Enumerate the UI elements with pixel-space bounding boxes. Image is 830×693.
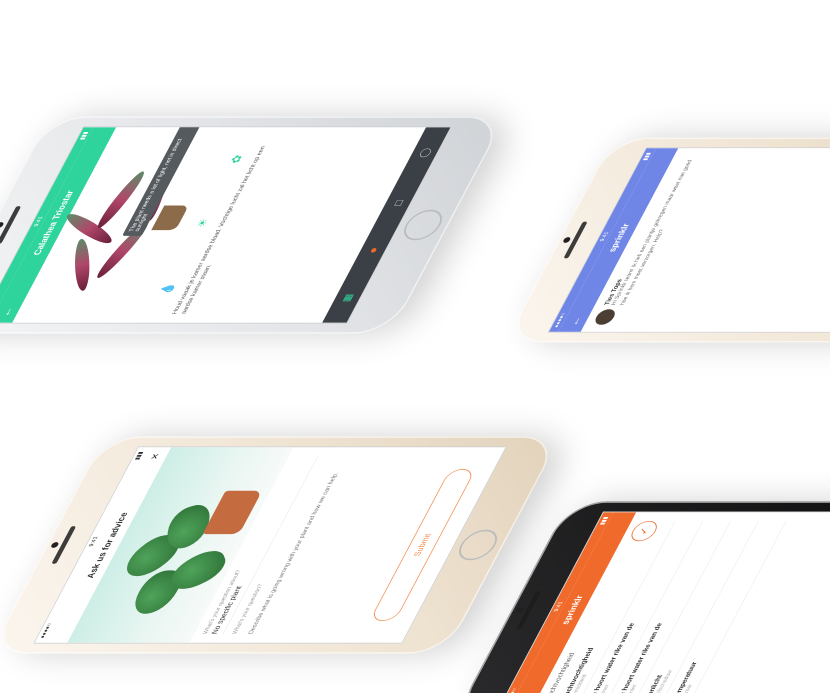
phone-screen: ●●●●○ 9:41 ▮▮▮ ← sprinklr Ties Tops Hi Spr… <box>547 147 830 333</box>
phone-chat: ●●●●○ 9:41 ▮▮▮ ← sprinklr Ties Tops Hi Spr… <box>504 137 830 343</box>
back-arrow-icon[interactable]: ← <box>0 307 16 317</box>
water-drop-icon[interactable]: 💧 <box>157 283 178 296</box>
home-button[interactable] <box>397 209 449 241</box>
tab-notification-icon[interactable] <box>366 247 380 253</box>
phone-screen: ●●●●○9:41▮▮▮ sprinklr ✓ Luchtvochtigheid… <box>498 511 830 693</box>
tab-chat-icon[interactable]: ◻ <box>391 199 406 206</box>
phone-ask-advice: ●●●●○ 9:41 ▮▮▮ Ask us for advice ✕ What's … <box>0 436 562 654</box>
home-button[interactable] <box>452 529 504 561</box>
sun-icon[interactable]: ☀ <box>193 218 212 227</box>
phone-screen: ●●●●○ 9:41 ▮▮▮ Ask us for advice ✕ What's … <box>33 446 507 644</box>
front-camera <box>515 607 525 613</box>
close-icon[interactable]: ✕ <box>148 453 162 460</box>
phone-screen: ●●●●○9:41▮▮▮ ← Calathea Triostar The pla… <box>0 126 452 324</box>
front-camera <box>50 542 60 548</box>
avatar <box>592 309 618 325</box>
earpiece-speaker <box>0 206 22 244</box>
phone-plant-detail: ●●●●○9:41▮▮▮ ← Calathea Triostar The pla… <box>0 116 507 334</box>
back-arrow-icon[interactable]: ← <box>566 316 584 326</box>
device-mockup-scene: ●●●●○9:41▮▮▮ ← Calathea Triostar The pla… <box>0 0 830 693</box>
front-camera <box>562 237 572 243</box>
tab-plants-icon[interactable]: ▦ <box>340 294 356 302</box>
tab-profile-icon[interactable]: ◯ <box>416 148 433 158</box>
flower-icon[interactable]: ✿ <box>228 155 246 163</box>
